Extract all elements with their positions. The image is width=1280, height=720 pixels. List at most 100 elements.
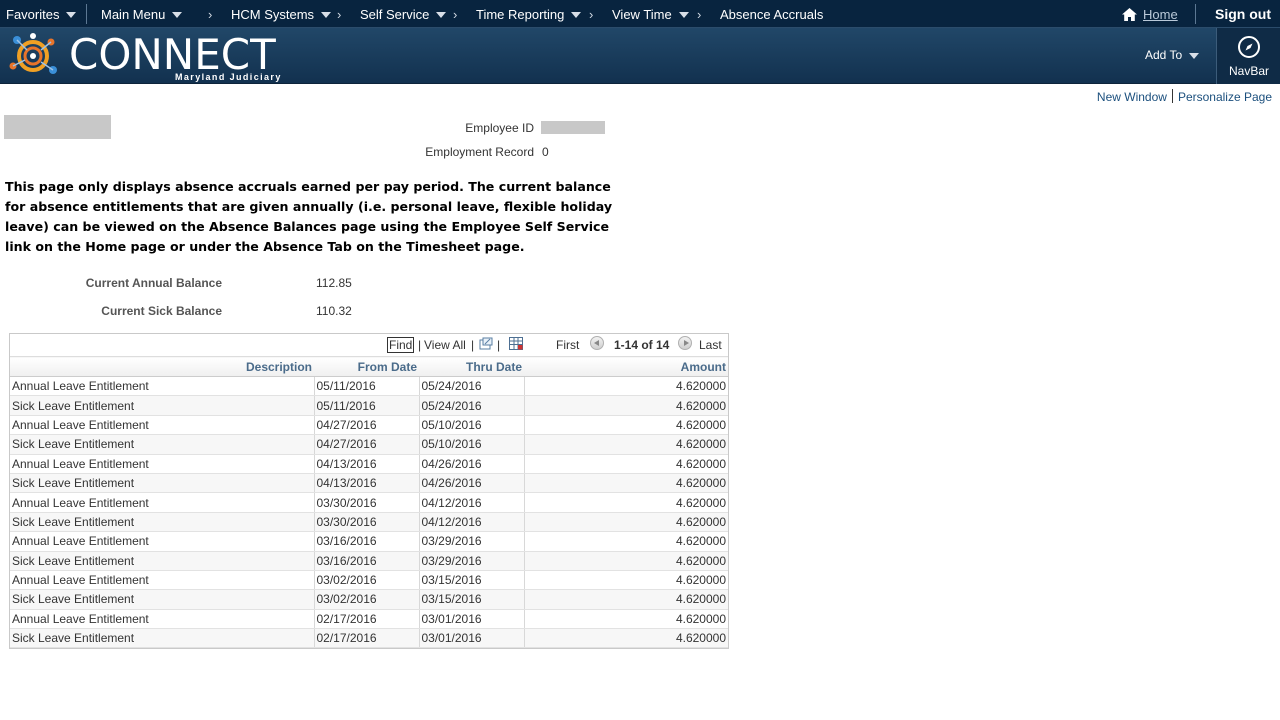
- cell-thru-date: 03/29/2016: [419, 551, 525, 571]
- cell-amount: 4.620000: [524, 589, 728, 610]
- cell-amount: 4.620000: [524, 376, 728, 397]
- employee-id-label: Employee ID: [465, 121, 534, 135]
- cell-amount: 4.620000: [524, 570, 728, 591]
- previous-arrow-icon[interactable]: [590, 336, 604, 350]
- view-all-link[interactable]: View All: [424, 338, 466, 352]
- breadcrumb-hcm-systems[interactable]: HCM Systems: [231, 0, 332, 28]
- cell-thru-date: 05/24/2016: [419, 395, 525, 416]
- cell-description: Sick Leave Entitlement: [10, 551, 315, 571]
- chevron-down-icon: [571, 11, 582, 18]
- last-link[interactable]: Last: [699, 338, 722, 352]
- cell-thru-date: 03/01/2016: [419, 609, 525, 630]
- cell-amount: 4.620000: [524, 473, 728, 494]
- column-header-from-date[interactable]: From Date: [314, 356, 419, 377]
- cell-description: Annual Leave Entitlement: [10, 570, 315, 591]
- find-button[interactable]: Find: [387, 337, 415, 353]
- new-window-link[interactable]: New Window: [1097, 90, 1167, 104]
- breadcrumb-separator-icon: ›: [453, 6, 458, 22]
- navbar-button[interactable]: NavBar: [1216, 28, 1280, 84]
- logo-subtitle: Maryland Judiciary: [175, 72, 282, 82]
- breadcrumb-label: View Time: [612, 6, 672, 22]
- cell-description: Annual Leave Entitlement: [10, 492, 315, 513]
- column-header-description[interactable]: Description: [10, 356, 314, 377]
- sign-out-label: Sign out: [1215, 6, 1271, 22]
- main-menu[interactable]: Main Menu: [101, 0, 183, 28]
- cell-from-date: 03/16/2016: [314, 551, 420, 571]
- table-row: Sick Leave Entitlement 03/16/2016 03/29/20…: [10, 551, 728, 571]
- cell-from-date: 04/13/2016: [314, 454, 420, 474]
- divider: |: [497, 338, 501, 352]
- cell-thru-date: 04/26/2016: [419, 473, 525, 494]
- table-row: Annual Leave Entitlement 05/11/2016 05/24/…: [10, 376, 728, 397]
- accruals-table: Description From Date Thru Date Amount A…: [10, 356, 728, 649]
- cell-description: Annual Leave Entitlement: [10, 415, 315, 436]
- main-menu-label: Main Menu: [101, 6, 166, 22]
- new-window-grid-icon[interactable]: [479, 337, 493, 350]
- next-arrow-icon[interactable]: [678, 336, 692, 350]
- page-links: New Window Personalize Page: [1097, 89, 1272, 104]
- cell-from-date: 03/30/2016: [314, 492, 420, 513]
- table-row: Annual Leave Entitlement 04/27/2016 05/10/…: [10, 415, 728, 436]
- cell-amount: 4.620000: [524, 609, 728, 630]
- sick-balance-value: 110.32: [316, 304, 352, 318]
- cell-from-date: 03/16/2016: [314, 531, 420, 552]
- table-row: Annual Leave Entitlement 03/30/2016 04/12/…: [10, 492, 728, 513]
- cell-from-date: 04/13/2016: [314, 473, 420, 494]
- cell-from-date: 03/02/2016: [314, 589, 420, 610]
- column-header-thru-date[interactable]: Thru Date: [419, 356, 524, 377]
- breadcrumb-separator-icon: ›: [337, 6, 342, 22]
- cell-from-date: 04/27/2016: [314, 415, 420, 436]
- navbar-label: NavBar: [1228, 64, 1269, 78]
- breadcrumb-separator-icon: ›: [589, 6, 594, 22]
- chevron-down-icon: [66, 11, 77, 18]
- cell-thru-date: 05/10/2016: [419, 415, 525, 436]
- cell-thru-date: 03/29/2016: [419, 531, 525, 552]
- chevron-down-icon: [321, 11, 332, 18]
- home-icon: [1122, 7, 1137, 21]
- breadcrumb-separator-icon: ›: [697, 6, 702, 22]
- cell-amount: 4.620000: [524, 551, 728, 571]
- breadcrumb-label: Self Service: [360, 6, 430, 22]
- cell-thru-date: 03/01/2016: [419, 628, 525, 649]
- breadcrumb-label: Absence Accruals: [720, 6, 824, 22]
- table-row: Annual Leave Entitlement 03/02/2016 03/15/…: [10, 570, 728, 591]
- add-to-menu[interactable]: Add To: [1145, 28, 1200, 82]
- employment-record-value: 0: [542, 145, 549, 159]
- download-spreadsheet-icon[interactable]: [509, 337, 523, 350]
- breadcrumb-label: Time Reporting: [476, 6, 565, 22]
- breadcrumb-time-reporting[interactable]: Time Reporting: [476, 0, 582, 28]
- add-to-label: Add To: [1145, 48, 1183, 62]
- column-header-amount[interactable]: Amount: [524, 356, 728, 377]
- employee-name-redacted: [4, 115, 111, 139]
- top-nav-bar: Favorites Main Menu › HCM Systems › Self…: [0, 0, 1280, 28]
- table-row: Sick Leave Entitlement 04/27/2016 05/10/20…: [10, 434, 728, 455]
- cell-description: Sick Leave Entitlement: [10, 589, 315, 610]
- favorites-menu[interactable]: Favorites: [6, 0, 77, 28]
- cell-thru-date: 05/10/2016: [419, 434, 525, 455]
- cell-from-date: 04/27/2016: [314, 434, 420, 455]
- cell-description: Annual Leave Entitlement: [10, 531, 315, 552]
- breadcrumb-absence-accruals: Absence Accruals: [720, 0, 823, 28]
- table-header-row: Description From Date Thru Date Amount: [10, 356, 728, 377]
- chevron-down-icon: [172, 11, 183, 18]
- first-link[interactable]: First: [556, 338, 579, 352]
- table-row: Annual Leave Entitlement 04/13/2016 04/26/…: [10, 454, 728, 474]
- cell-description: Sick Leave Entitlement: [10, 473, 315, 494]
- sign-out-link[interactable]: Sign out: [1215, 0, 1271, 28]
- cell-description: Sick Leave Entitlement: [10, 395, 315, 416]
- personalize-page-link[interactable]: Personalize Page: [1178, 90, 1272, 104]
- home-link[interactable]: Home: [1121, 0, 1178, 28]
- breadcrumb-view-time[interactable]: View Time: [612, 0, 689, 28]
- table-row: Sick Leave Entitlement 04/13/2016 04/26/20…: [10, 473, 728, 494]
- row-count: 1-14 of 14: [614, 338, 670, 352]
- breadcrumb-self-service[interactable]: Self Service: [360, 0, 447, 28]
- favorites-label: Favorites: [6, 6, 60, 22]
- annual-balance-value: 112.85: [316, 276, 352, 290]
- chevron-down-icon: [1189, 52, 1200, 59]
- divider: |: [418, 338, 422, 352]
- cell-description: Sick Leave Entitlement: [10, 434, 315, 455]
- cell-description: Annual Leave Entitlement: [10, 376, 315, 397]
- cell-thru-date: 05/24/2016: [419, 376, 525, 397]
- cell-thru-date: 04/26/2016: [419, 454, 525, 474]
- breadcrumb-separator-icon: ›: [208, 6, 213, 22]
